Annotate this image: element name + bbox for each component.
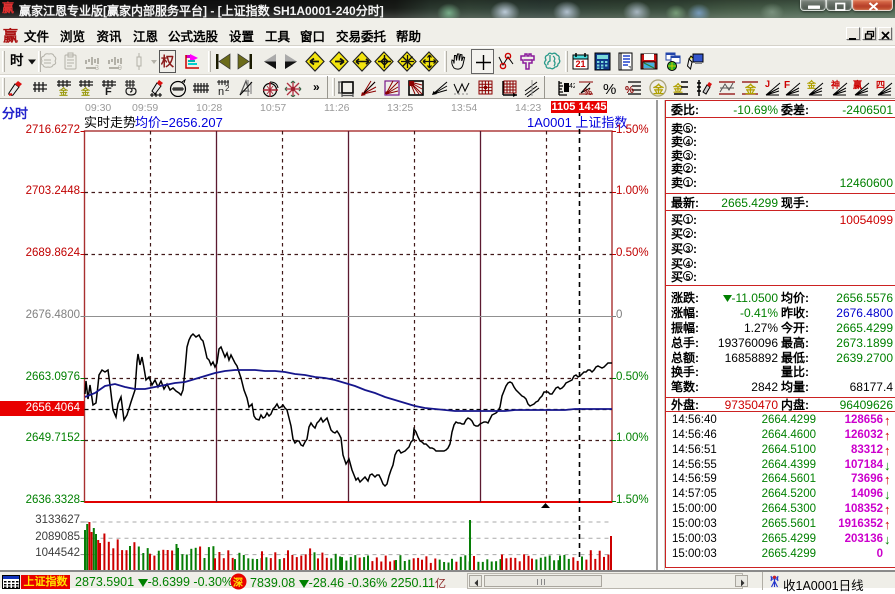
svg-text:n: n xyxy=(218,86,224,97)
svg-text:%: % xyxy=(625,85,634,96)
svg-text:金: 金 xyxy=(806,79,817,90)
svg-text:金: 金 xyxy=(744,82,757,96)
svg-text:3: 3 xyxy=(95,65,99,71)
svg-text:金: 金 xyxy=(652,82,665,96)
svg-text:%: % xyxy=(603,81,616,97)
svg-text:9: 9 xyxy=(118,65,122,71)
svg-text:42: 42 xyxy=(569,83,575,90)
svg-text:金: 金 xyxy=(80,86,91,97)
svg-text:金: 金 xyxy=(58,86,69,97)
svg-text:21: 21 xyxy=(576,59,586,69)
svg-text:四: 四 xyxy=(876,80,885,90)
svg-text:深: 深 xyxy=(233,576,243,589)
svg-text:F: F xyxy=(784,80,790,91)
svg-text:神: 神 xyxy=(831,79,840,90)
svg-text:%: % xyxy=(584,87,592,97)
svg-text:2: 2 xyxy=(225,84,230,93)
svg-text:金: 金 xyxy=(672,82,684,95)
svg-text:F: F xyxy=(105,86,112,97)
svg-text:赢: 赢 xyxy=(853,79,862,90)
svg-text:J: J xyxy=(765,79,770,89)
